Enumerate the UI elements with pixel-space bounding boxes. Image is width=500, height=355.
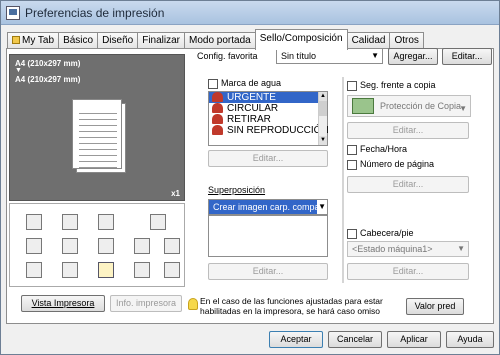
preview-copies: x1 <box>171 189 180 198</box>
punch-icon <box>98 214 114 230</box>
title-bar[interactable]: Preferencias de impresión <box>1 1 499 25</box>
watermark-grid-icon <box>134 238 150 254</box>
overlay-edit-button[interactable]: Editar... <box>208 263 328 280</box>
datetime-checkbox[interactable] <box>347 145 357 155</box>
tab-sello-composicion[interactable]: Sello/Composición <box>254 29 348 50</box>
copy-security-select[interactable]: Protección de Copia ▼ <box>347 95 471 117</box>
watermark-stamp-icon <box>212 125 223 135</box>
overlay-select[interactable]: Crear imagen carp. compart... ▼ <box>208 199 328 215</box>
ok-button[interactable]: Aceptar <box>269 331 323 348</box>
lightbulb-icon <box>188 298 198 310</box>
print-preferences-window: Preferencias de impresión My Tab Básico … <box>0 0 500 355</box>
group-divider <box>342 77 344 283</box>
favorite-select[interactable]: Sin título ▼ <box>276 48 383 64</box>
copy-security-checkbox[interactable] <box>347 81 357 91</box>
tab-strip: My Tab Básico Diseño Finalizar Modo port… <box>7 29 424 50</box>
staple-icon <box>62 214 78 230</box>
copy-protect-icon <box>352 98 374 114</box>
header-footer-grid-icon <box>26 262 42 278</box>
cancel-button[interactable]: Cancelar <box>328 331 382 348</box>
header-footer-select[interactable]: <Estado máquina1> ▼ <box>347 241 469 257</box>
chevron-down-icon: ▼ <box>317 200 327 214</box>
function-icons-grid <box>9 203 185 287</box>
tab-basico[interactable]: Básico <box>58 32 99 49</box>
list-item[interactable]: CIRCULAR <box>209 103 327 114</box>
printer-app-icon <box>6 6 20 20</box>
watermark-stamp-icon <box>212 103 223 113</box>
overlay-label: Superposición <box>208 185 266 195</box>
preview-output-size: A4 (210x297 mm) <box>15 75 81 84</box>
page-number-label: Número de página <box>360 159 435 169</box>
watermark-edit-button[interactable]: Editar... <box>208 150 328 167</box>
page-number-checkbox[interactable] <box>347 160 357 170</box>
tab-diseno[interactable]: Diseño <box>97 32 139 49</box>
user-auth-icon <box>62 262 78 278</box>
chevron-down-icon: ▼ <box>457 244 465 253</box>
booklet-icon <box>26 214 42 230</box>
cover-icon <box>26 238 42 254</box>
edit-favorite-button[interactable]: Editar... <box>442 48 492 65</box>
apply-button[interactable]: Aplicar <box>387 331 441 348</box>
copy-security-edit-button[interactable]: Editar... <box>347 122 469 139</box>
fold-icon <box>150 214 166 230</box>
list-item[interactable]: RETIRAR <box>209 114 327 125</box>
info-note: En el caso de las funciones ajustadas pa… <box>200 296 383 316</box>
nup-icon <box>98 238 114 254</box>
add-favorite-button[interactable]: Agregar... <box>388 48 438 65</box>
header-footer-label: Cabecera/pie <box>360 228 414 238</box>
chevron-down-icon: ▼ <box>371 51 379 60</box>
duplex-icon <box>62 238 78 254</box>
list-item[interactable]: URGENTE <box>209 92 327 103</box>
watermark-checkbox[interactable] <box>208 79 218 89</box>
preview-arrow: ▼ <box>15 67 22 74</box>
overlay-grid-icon <box>164 238 180 254</box>
window-title: Preferencias de impresión <box>25 6 165 20</box>
tab-modo-portada[interactable]: Modo portada <box>184 32 256 49</box>
list-item[interactable]: SIN REPRODUCCIÓN <box>209 125 329 136</box>
header-footer-checkbox[interactable] <box>347 229 357 239</box>
watermark-scrollbar[interactable]: ▲ ▼ <box>318 92 327 145</box>
page-number-edit-button[interactable]: Editar... <box>347 176 469 193</box>
box-save-icon <box>164 262 180 278</box>
tab-my-tab[interactable]: My Tab <box>7 32 60 49</box>
watermark-label: Marca de agua <box>221 78 282 88</box>
copy-security-label: Seg. frente a copia <box>360 80 436 90</box>
watermark-stamp-icon <box>212 114 223 124</box>
overlay-list[interactable] <box>208 215 328 257</box>
watermark-stamp-icon <box>212 92 223 102</box>
account-track-icon <box>98 262 114 278</box>
header-footer-edit-button[interactable]: Editar... <box>347 263 469 280</box>
tab-calidad[interactable]: Calidad <box>346 32 391 49</box>
preview-original-size: A4 (210x297 mm) <box>15 59 81 68</box>
watermark-list[interactable]: URGENTE CIRCULAR RETIRAR SIN REPRODUCCIÓ… <box>208 91 329 146</box>
datetime-label: Fecha/Hora <box>360 144 408 154</box>
favorite-label: Config. favorita <box>197 51 258 61</box>
tab-otros[interactable]: Otros <box>389 32 424 49</box>
printer-info-button[interactable]: Info. impresora <box>110 295 182 312</box>
preview-page-front <box>72 99 122 169</box>
tab-finalizar[interactable]: Finalizar <box>137 32 186 49</box>
page-preview: A4 (210x297 mm) ▼ A4 (210x297 mm) x1 <box>9 54 185 201</box>
printer-view-button[interactable]: Vista Impresora <box>21 295 105 312</box>
chevron-down-icon: ▼ <box>459 104 467 113</box>
help-button[interactable]: Ayuda <box>446 331 494 348</box>
my-tab-icon <box>12 36 20 44</box>
secure-print-icon <box>134 262 150 278</box>
default-values-button[interactable]: Valor pred <box>406 298 464 315</box>
